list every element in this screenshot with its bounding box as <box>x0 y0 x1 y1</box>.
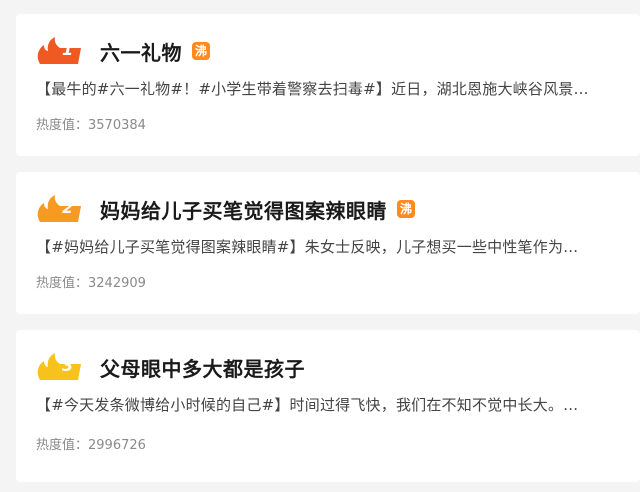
topic-title[interactable]: 父母眼中多大都是孩子 <box>100 353 305 382</box>
heat-label: 热度值： <box>36 118 89 133</box>
heat-row: 热度值：3242909 <box>36 272 146 291</box>
rank-number: 3 <box>62 356 74 375</box>
heat-row: 热度值：3570384 <box>36 114 146 133</box>
hot-list-item[interactable]: 3 父母眼中多大都是孩子 【#今天发条微博给小时候的自己#】时间过得飞快，我们在… <box>16 330 640 482</box>
heat-label: 热度值： <box>36 438 89 453</box>
rank-number: 1 <box>62 40 74 59</box>
hot-list-item[interactable]: 1 六一礼物 沸 【最牛的#六一礼物#！#小学生带着警察去扫毒#】近日，湖北恩施… <box>16 14 640 156</box>
heat-value: 3570384 <box>88 118 146 133</box>
hot-tag: 沸 <box>397 200 415 218</box>
topic-summary[interactable]: 【最牛的#六一礼物#！#小学生带着警察去扫毒#】近日，湖北恩施大峡谷风景… <box>36 78 630 99</box>
item-title-row: 3 父母眼中多大都是孩子 <box>36 350 305 384</box>
rank-badge: 2 <box>36 194 84 224</box>
topic-title[interactable]: 妈妈给儿子买笔觉得图案辣眼睛 <box>100 195 387 224</box>
topic-summary[interactable]: 【#妈妈给儿子买笔觉得图案辣眼睛#】朱女士反映，儿子想买一些中性笔作为… <box>36 236 630 257</box>
flame-icon <box>37 353 81 380</box>
hot-tag: 沸 <box>192 42 210 60</box>
item-title-row: 2 妈妈给儿子买笔觉得图案辣眼睛 沸 <box>36 192 415 226</box>
hot-list-item[interactable]: 2 妈妈给儿子买笔觉得图案辣眼睛 沸 【#妈妈给儿子买笔觉得图案辣眼睛#】朱女士… <box>16 172 640 314</box>
topic-summary[interactable]: 【#今天发条微博给小时候的自己#】时间过得飞快，我们在不知不觉中长大。… <box>36 394 630 415</box>
rank-number: 2 <box>62 198 74 217</box>
heat-row: 热度值：2996726 <box>36 434 146 453</box>
heat-label: 热度值： <box>36 276 89 291</box>
heat-value: 2996726 <box>88 438 146 453</box>
rank-badge: 1 <box>36 36 84 66</box>
flame-icon <box>37 195 81 222</box>
heat-value: 3242909 <box>88 276 146 291</box>
item-title-row: 1 六一礼物 沸 <box>36 34 210 68</box>
topic-title[interactable]: 六一礼物 <box>100 37 182 66</box>
rank-badge: 3 <box>36 352 84 382</box>
flame-icon <box>37 37 81 64</box>
